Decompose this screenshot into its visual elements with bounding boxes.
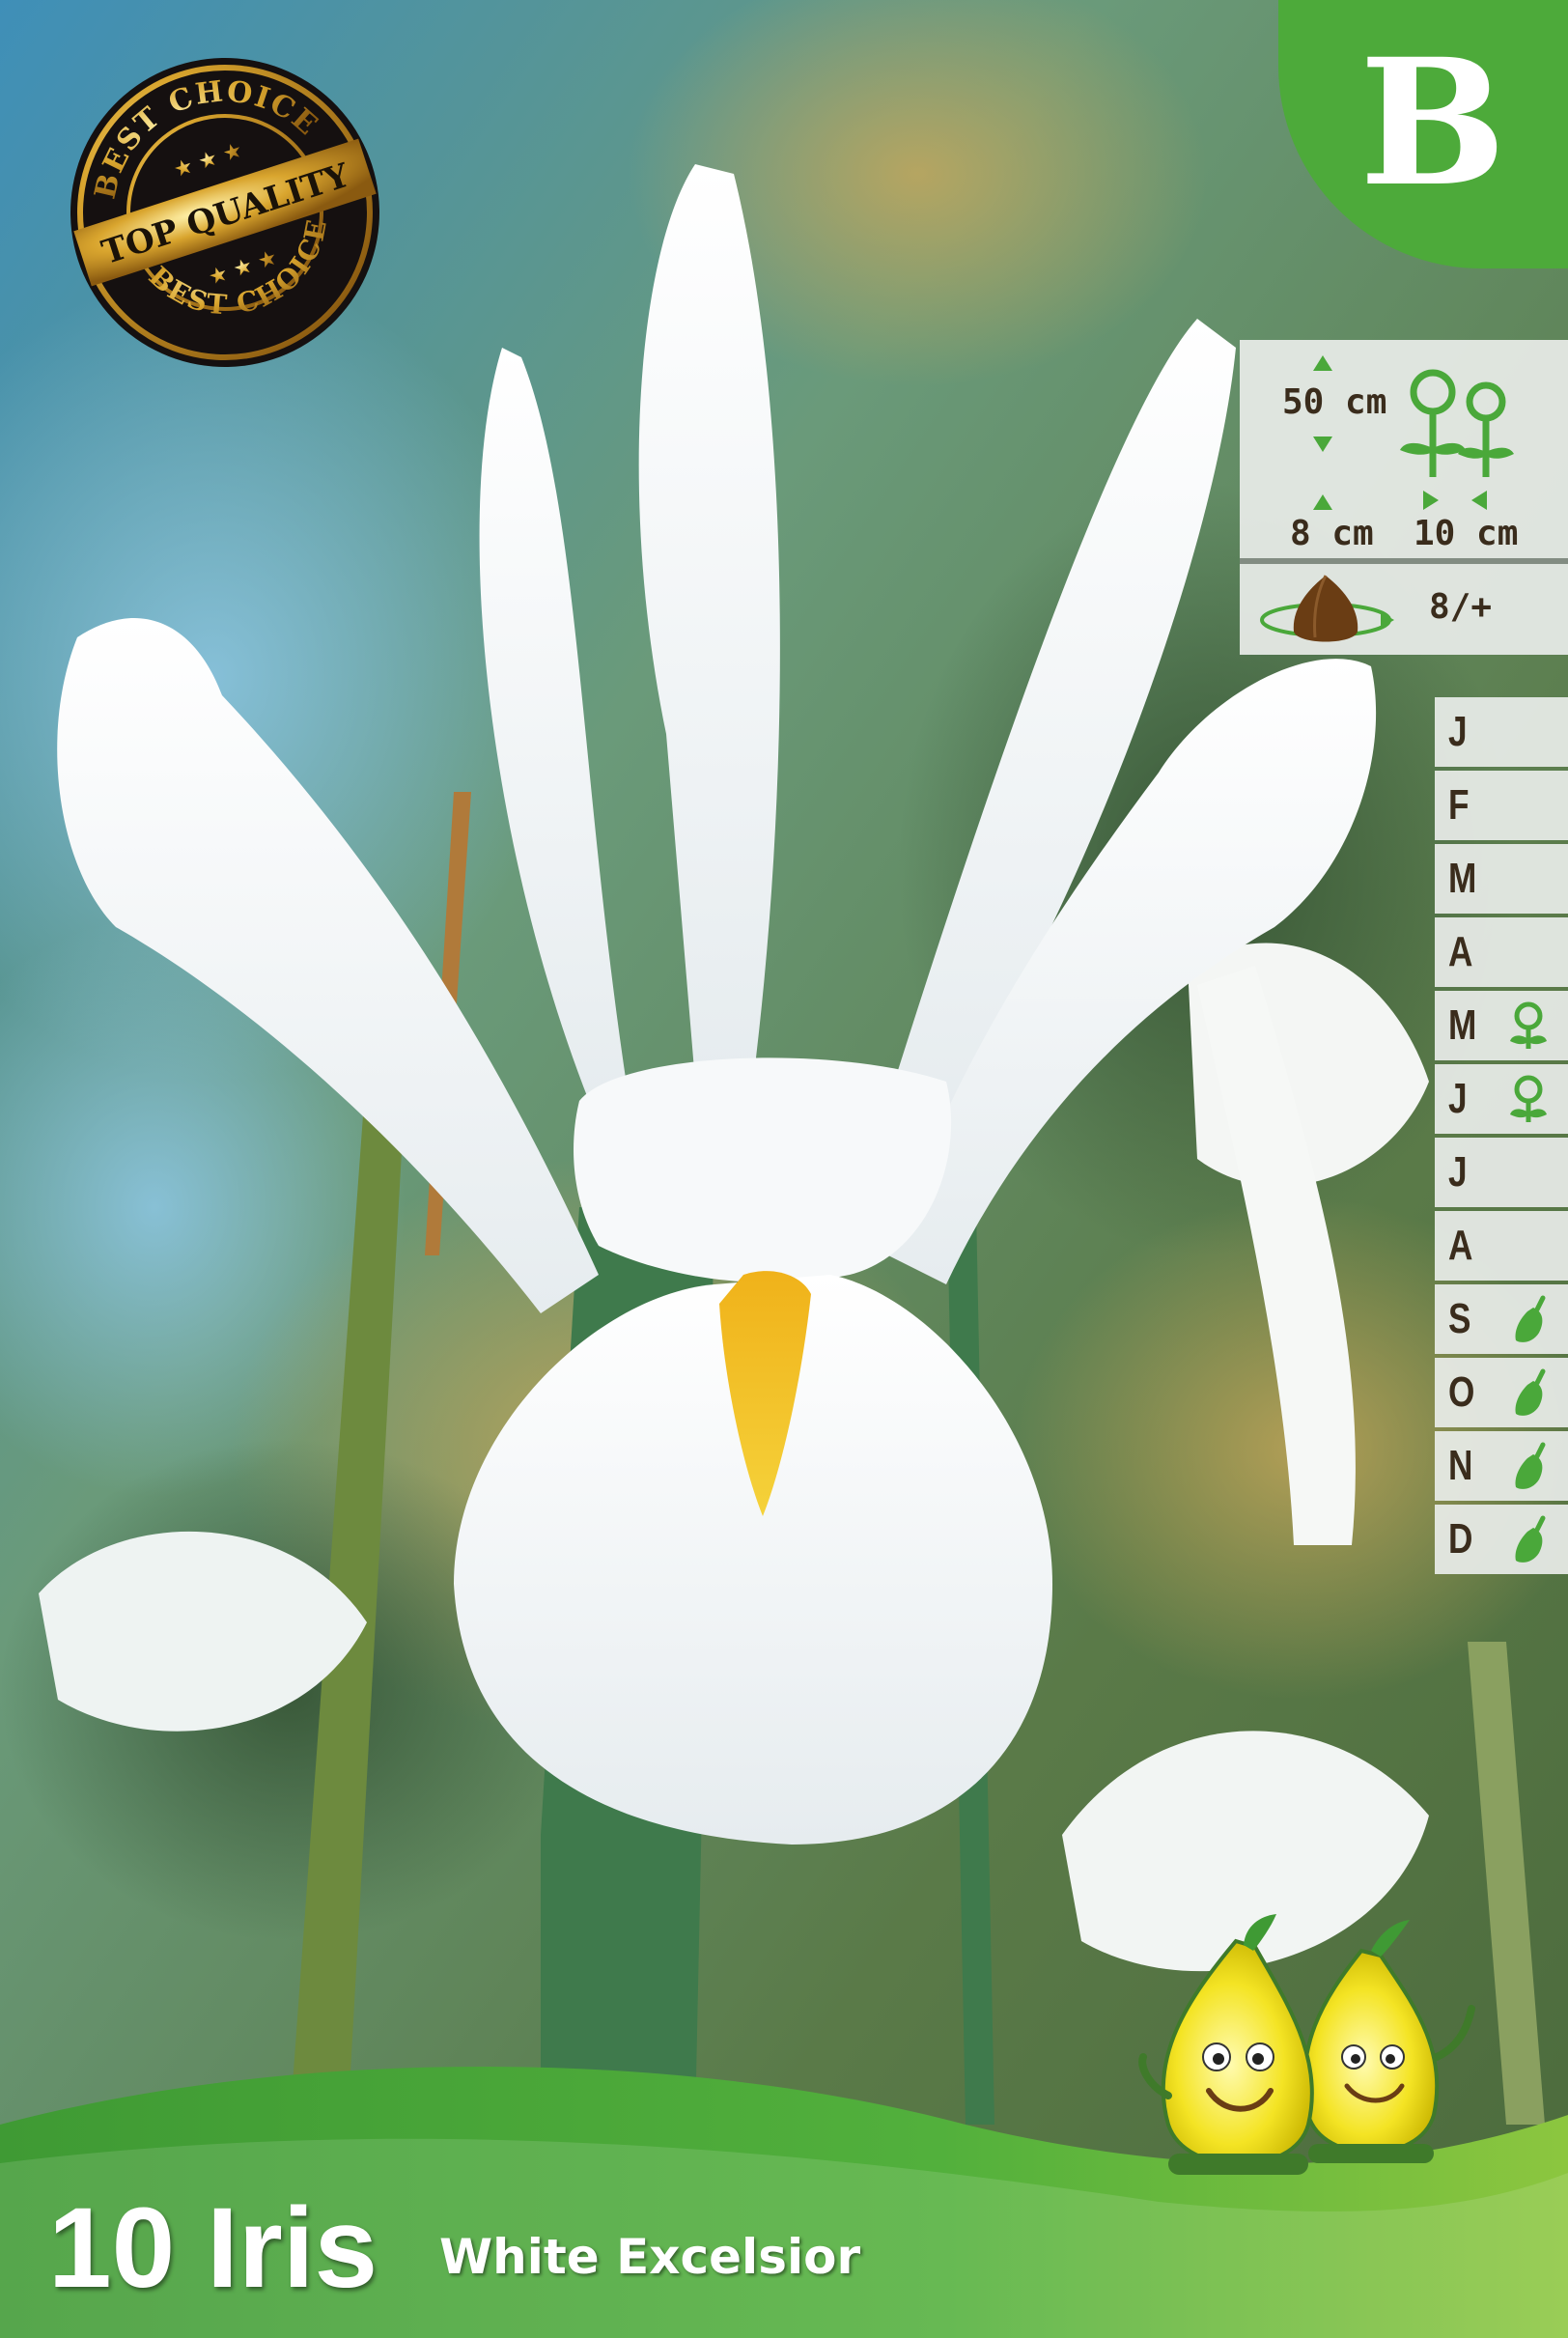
calendar-month-label: F — [1448, 781, 1470, 829]
planting-calendar: JFMAMJJASOND — [1435, 697, 1568, 1578]
spacing-arrow-left-icon — [1471, 491, 1487, 510]
growing-info-panel: 50 cm 8 cm 10 cm 8/+ — [1240, 340, 1568, 655]
calendar-month: M — [1435, 991, 1568, 1060]
bulb-size: 8/+ — [1429, 587, 1493, 627]
grade-letter: B — [1358, 21, 1507, 225]
calendar-month-label: O — [1448, 1368, 1475, 1416]
product-cultivar: White Excelsior — [439, 2229, 861, 2285]
calendar-month-label: J — [1448, 1075, 1468, 1122]
calendar-month: O — [1435, 1358, 1568, 1427]
trowel-icon — [1504, 1367, 1553, 1418]
calendar-month: J — [1435, 1138, 1568, 1207]
calendar-month-label: M — [1448, 1001, 1477, 1049]
spacing-arrow-right-icon — [1423, 491, 1439, 510]
calendar-month-label: M — [1448, 855, 1477, 902]
calendar-month-label: N — [1448, 1442, 1473, 1489]
calendar-month: S — [1435, 1284, 1568, 1354]
calendar-month: M — [1435, 844, 1568, 914]
calendar-month: J — [1435, 697, 1568, 767]
flower-icon — [1504, 1000, 1553, 1051]
calendar-month: J — [1435, 1064, 1568, 1134]
arrow-up-icon — [1313, 355, 1332, 371]
calendar-month: N — [1435, 1431, 1568, 1501]
plants-icon — [1400, 369, 1514, 477]
calendar-month-label: J — [1448, 1148, 1468, 1196]
package-label: B BEST CHOICE TOP QUALITY BEST CHOICE ★ … — [0, 0, 1568, 2338]
trowel-icon — [1504, 1294, 1553, 1344]
flower-icon — [1504, 1074, 1553, 1124]
trowel-icon — [1504, 1441, 1553, 1491]
depth-arrow-up-icon — [1313, 494, 1332, 510]
calendar-month: A — [1435, 917, 1568, 987]
planting-depth: 8 cm — [1290, 514, 1374, 553]
plant-spacing: 10 cm — [1414, 514, 1519, 553]
bulb-mascots-icon — [1138, 1914, 1475, 2175]
calendar-month-label: D — [1448, 1515, 1473, 1563]
calendar-month: F — [1435, 771, 1568, 840]
calendar-month-label: A — [1448, 1222, 1473, 1269]
product-count-name: 10 Iris — [48, 2184, 378, 2312]
bulb-icon — [1260, 575, 1394, 642]
arrow-down-icon — [1313, 437, 1332, 452]
calendar-month: D — [1435, 1505, 1568, 1574]
calendar-month-label: S — [1448, 1295, 1471, 1342]
plant-height: 50 cm — [1282, 382, 1387, 422]
calendar-month-label: J — [1448, 708, 1468, 755]
trowel-icon — [1504, 1514, 1553, 1564]
calendar-month: A — [1435, 1211, 1568, 1281]
quality-seal-icon: BEST CHOICE TOP QUALITY BEST CHOICE ★ ★ … — [66, 53, 379, 367]
calendar-month-label: A — [1448, 928, 1473, 975]
panel-divider — [1240, 558, 1568, 564]
